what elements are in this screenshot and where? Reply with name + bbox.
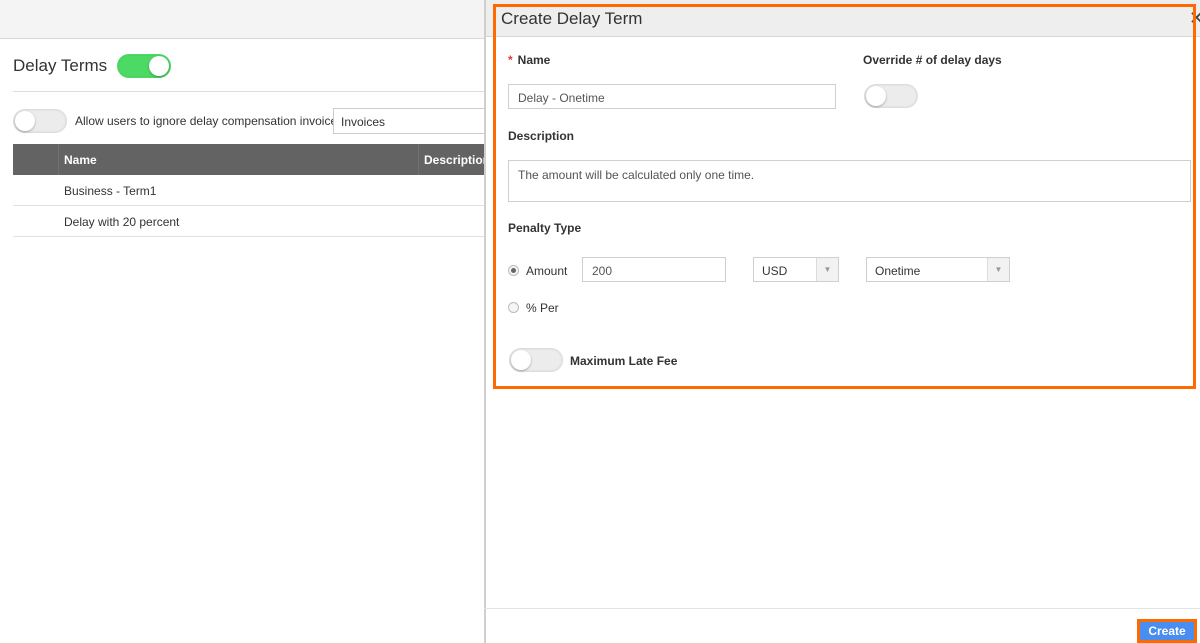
maximum-late-fee-label: Maximum Late Fee	[570, 354, 678, 368]
name-label-text: Name	[517, 53, 551, 67]
invoices-select[interactable]: Invoices	[333, 108, 493, 134]
delay-terms-toggle[interactable]	[117, 54, 171, 78]
delay-terms-grid: Name Description Business - Term1 Delay …	[13, 144, 490, 237]
table-row[interactable]: Business - Term1	[13, 175, 485, 206]
currency-value: USD	[762, 264, 788, 278]
maximum-late-fee-toggle[interactable]	[509, 348, 563, 372]
override-delay-days-toggle[interactable]	[864, 84, 918, 108]
frequency-select[interactable]: Onetime ▼	[866, 257, 1010, 282]
chevron-down-icon[interactable]: ▼	[816, 258, 838, 281]
close-icon[interactable]: ✕	[1189, 8, 1200, 28]
amount-input[interactable]: 200	[582, 257, 726, 282]
create-button[interactable]: Create	[1137, 619, 1197, 643]
name-label: * Name	[508, 53, 550, 67]
toggle-knob	[15, 111, 35, 131]
override-delay-days-label: Override # of delay days	[863, 53, 1002, 67]
name-input[interactable]: Delay - Onetime	[508, 84, 836, 109]
penalty-type-label: Penalty Type	[508, 221, 582, 235]
chevron-down-icon[interactable]: ▼	[987, 258, 1009, 281]
page-title: Delay Terms	[13, 56, 108, 75]
toggle-knob	[866, 86, 886, 106]
description-textarea[interactable]: The amount will be calculated only one t…	[508, 160, 1191, 202]
grid-header-select-column	[13, 144, 59, 175]
column-header-description[interactable]: Description	[424, 153, 490, 167]
percent-per-radio-label[interactable]: % Per	[526, 301, 559, 315]
currency-select[interactable]: USD ▼	[753, 257, 839, 282]
frequency-value: Onetime	[875, 264, 921, 278]
divider	[13, 91, 485, 92]
row-name: Business - Term1	[64, 184, 157, 198]
toggle-knob	[511, 350, 531, 370]
ignore-invoices-label: Allow users to ignore delay compensation…	[75, 114, 344, 128]
row-name: Delay with 20 percent	[64, 215, 180, 229]
ignore-invoices-toggle[interactable]	[13, 109, 67, 133]
toggle-knob	[149, 56, 169, 76]
table-row[interactable]: Delay with 20 percent	[13, 206, 485, 237]
panel-title: Create Delay Term	[501, 9, 643, 28]
required-marker: *	[508, 53, 513, 67]
footer-divider	[484, 608, 1200, 609]
percent-per-radio[interactable]	[508, 302, 519, 313]
column-separator	[418, 144, 419, 175]
grid-header: Name Description	[13, 144, 490, 175]
amount-radio[interactable]	[508, 265, 519, 276]
column-header-name[interactable]: Name	[64, 153, 97, 167]
panel-header: Create Delay Term ✕	[486, 0, 1200, 37]
amount-radio-label[interactable]: Amount	[526, 264, 567, 278]
description-label: Description	[508, 129, 575, 143]
